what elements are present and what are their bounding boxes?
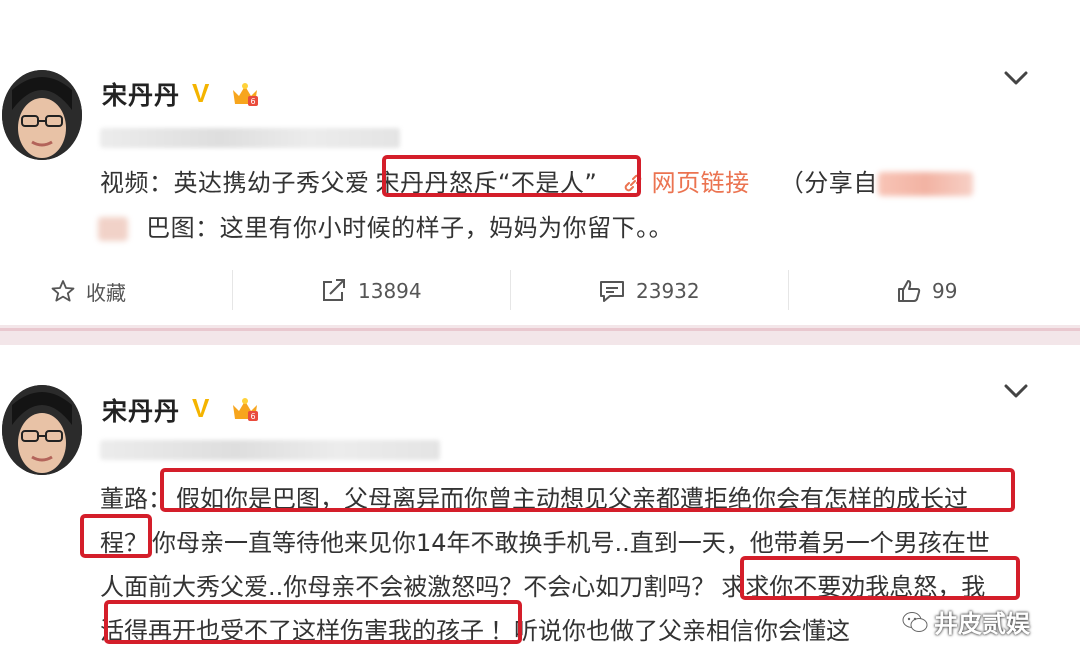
chevron-down-icon[interactable]: [1000, 375, 1032, 407]
watermark: 井皮贰娱: [902, 604, 1030, 639]
thumbs-up-icon: [898, 280, 921, 302]
comment-button[interactable]: 23932: [598, 273, 700, 309]
wechat-icon: [902, 611, 928, 632]
verified-icon: V: [192, 78, 210, 108]
post-meta-blurred: [100, 440, 440, 460]
chevron-down-icon[interactable]: [1000, 62, 1032, 94]
repost-count: 13894: [358, 279, 422, 303]
watermark-text: 井皮贰娱: [934, 610, 1030, 638]
web-link[interactable]: 网页链接: [652, 169, 750, 197]
star-icon: [51, 280, 75, 302]
action-divider: [232, 270, 233, 310]
post-text-body: ！听说你也做了父亲相信你会懂这: [490, 617, 850, 645]
blurred-source-end: [98, 217, 128, 241]
post-text-body: 你母亲一直等待他来见你14年不敢换手机号..直到一天，他带着另一个男孩在世: [152, 529, 990, 557]
highlight-box: [382, 155, 641, 197]
action-divider: [788, 270, 789, 310]
post-text-line-2: 巴图：这里有你小时候的样子，妈妈为你留下。。: [98, 208, 673, 243]
user-avatar[interactable]: [2, 385, 82, 475]
post-text-prefix: 视频：英达携幼子秀父爱: [100, 169, 370, 197]
svg-text:6: 6: [250, 97, 255, 106]
favorite-label: 收藏: [86, 280, 126, 305]
post-text-line-2: 程？ 你母亲一直等待他来见你14年不敢换手机号..直到一天，他带着另一个男孩在世: [100, 523, 990, 558]
svg-text:6: 6: [250, 412, 255, 421]
highlight-box: [80, 514, 152, 558]
like-button[interactable]: 99: [896, 273, 957, 309]
verified-icon: V: [192, 393, 210, 423]
post-text-body: 人面前大秀父爱..你母亲不会被激怒吗？不会心如刀割吗？: [100, 573, 716, 601]
repost-button[interactable]: 13894: [320, 273, 422, 309]
username[interactable]: 宋丹丹: [102, 76, 180, 112]
highlight-box: [104, 600, 522, 644]
post-meta-blurred: [100, 128, 400, 148]
post-separator: [0, 325, 1080, 345]
post-text-body: 巴图：这里有你小时候的样子，妈妈为你留下。。: [146, 214, 674, 242]
comment-count: 23932: [636, 279, 700, 303]
weibo-post-1: 宋丹丹 V 6 视频：英达携幼子秀父爱 宋丹丹怒斥“不是人” 网页链接 （分享自 …: [0, 0, 1080, 325]
user-avatar[interactable]: [2, 70, 82, 160]
action-divider: [510, 270, 511, 310]
vip-crown-icon: 6: [233, 398, 258, 421]
share-icon: [323, 279, 345, 301]
favorite-button[interactable]: 收藏: [50, 273, 126, 309]
highlight-box: [160, 468, 1015, 512]
vip-crown-icon: 6: [233, 83, 258, 106]
like-count: 99: [932, 279, 958, 303]
username[interactable]: 宋丹丹: [102, 392, 180, 428]
share-from-text: （分享自: [779, 169, 878, 197]
highlight-box: [740, 556, 1020, 600]
comment-icon: [600, 281, 624, 302]
blurred-source: [877, 172, 973, 196]
